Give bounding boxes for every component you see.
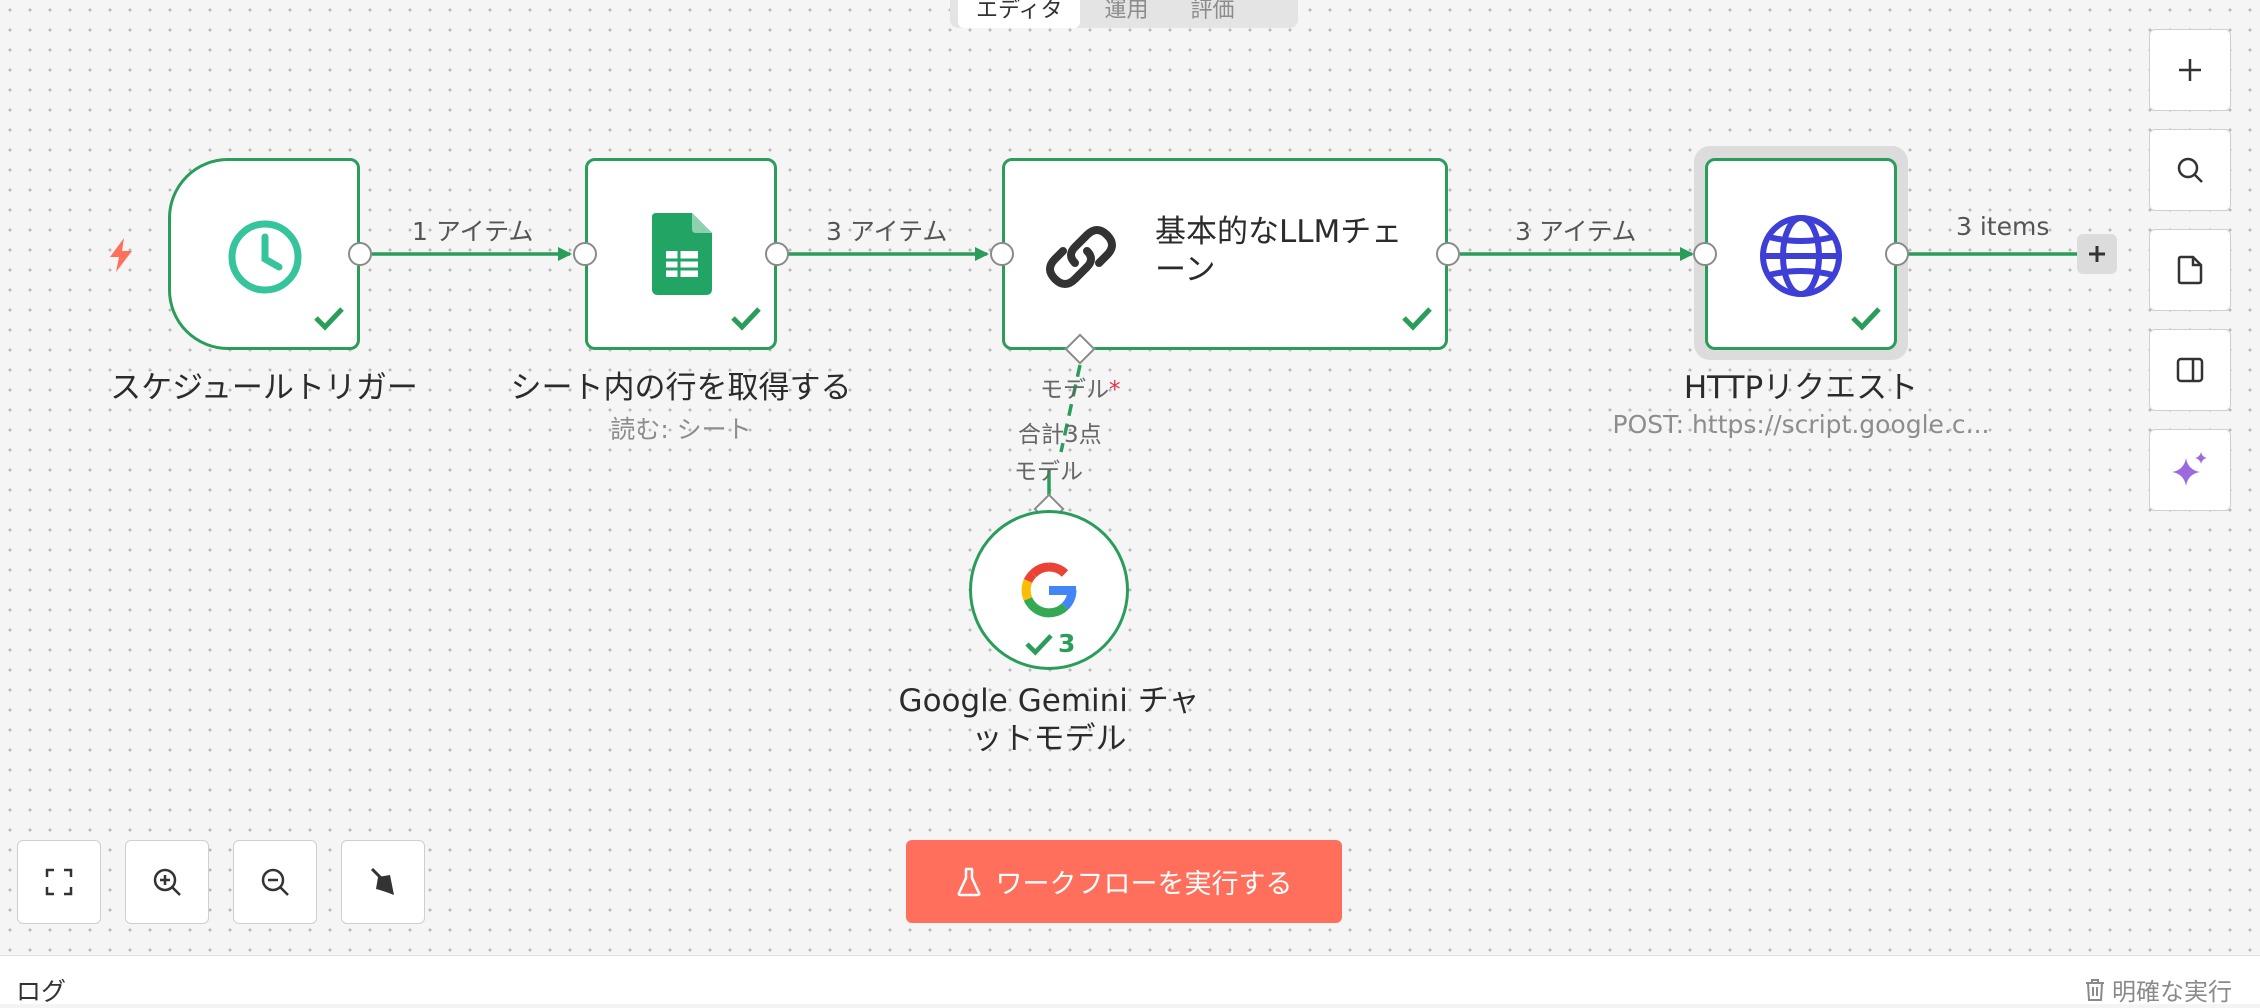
tidy-up-button[interactable] — [341, 840, 425, 924]
zoom-out-button[interactable] — [233, 840, 317, 924]
globe-icon — [1758, 213, 1844, 303]
node-get-sheet-rows[interactable] — [585, 158, 777, 350]
zoom-in-icon — [153, 868, 181, 896]
run-workflow-button[interactable]: ワークフローを実行する — [906, 840, 1342, 923]
broom-icon — [370, 867, 394, 895]
node-google-gemini-chat-model[interactable]: 3 — [969, 510, 1129, 670]
run-count-badge: 3 — [1024, 629, 1075, 658]
toggle-panel-button[interactable] — [2149, 329, 2231, 411]
plus-icon — [2179, 59, 2201, 81]
input-handle[interactable] — [1693, 242, 1717, 266]
edge-label-1: 1 アイテム — [412, 217, 534, 246]
edge-label-3: 3 アイテム — [1515, 217, 1637, 246]
model-connection-label: モデル — [1014, 459, 1083, 485]
trigger-bolt-icon — [106, 238, 136, 276]
success-check-icon — [730, 305, 762, 335]
plus-icon — [2089, 246, 2105, 262]
output-handle[interactable] — [765, 242, 789, 266]
clock-icon — [227, 219, 303, 299]
search-button[interactable] — [2149, 129, 2231, 211]
model-slot-label: モデル* — [1040, 377, 1121, 403]
link-icon — [1041, 217, 1121, 301]
node-http-request[interactable] — [1705, 158, 1897, 350]
log-panel-bar[interactable]: ログ 明確な実行 — [0, 955, 2260, 1007]
output-handle[interactable] — [348, 242, 372, 266]
node-label-schedule: スケジュールトリガー — [110, 370, 418, 406]
node-label-sheets: シート内の行を取得する — [510, 370, 852, 406]
edge-label-4: 3 items — [1956, 212, 2050, 241]
google-icon — [1020, 561, 1078, 623]
fit-view-button[interactable] — [17, 840, 101, 924]
flask-icon — [957, 867, 980, 896]
node-label-http: HTTPリクエスト — [1683, 370, 1919, 406]
node-subtitle-http: POST: https://script.google.c... — [1612, 410, 1990, 439]
node-label-gemini: Google Gemini チャ ットモデル — [898, 683, 1200, 757]
success-check-icon — [1025, 633, 1053, 656]
add-node-button[interactable] — [2077, 234, 2117, 274]
node-schedule-trigger[interactable] — [168, 158, 360, 350]
model-total-label: 合計3点 — [1018, 422, 1102, 448]
edge-label-2: 3 アイテム — [826, 217, 948, 246]
zoom-in-button[interactable] — [125, 840, 209, 924]
note-icon — [2177, 255, 2203, 285]
node-subtitle-sheets: 読む: シート — [610, 415, 752, 444]
input-handle[interactable] — [573, 242, 597, 266]
node-title-llm: 基本的なLLMチェ ーン — [1155, 214, 1403, 288]
google-sheets-icon — [652, 213, 712, 299]
sticky-note-button[interactable] — [2149, 229, 2231, 311]
input-handle[interactable] — [990, 242, 1014, 266]
output-handle[interactable] — [1885, 242, 1909, 266]
output-handle[interactable] — [1436, 242, 1460, 266]
trash-icon — [2086, 978, 2104, 1001]
fullscreen-icon — [45, 868, 73, 896]
zoom-out-icon — [261, 868, 289, 896]
success-check-icon — [1401, 305, 1433, 335]
clear-execution-button[interactable]: 明確な実行 — [2084, 972, 2232, 1007]
sidebar-panel-icon — [2176, 357, 2204, 383]
sparkle-icon — [2172, 452, 2207, 486]
log-label: ログ — [16, 977, 67, 1006]
ai-assistant-button[interactable] — [2149, 429, 2231, 511]
add-node-panel-button[interactable] — [2149, 29, 2231, 111]
success-check-icon — [1850, 305, 1882, 335]
success-check-icon — [313, 305, 345, 335]
node-basic-llm-chain[interactable]: 基本的なLLMチェ ーン — [1002, 158, 1448, 350]
search-icon — [2177, 157, 2203, 183]
connections-layer — [372, 247, 2078, 498]
